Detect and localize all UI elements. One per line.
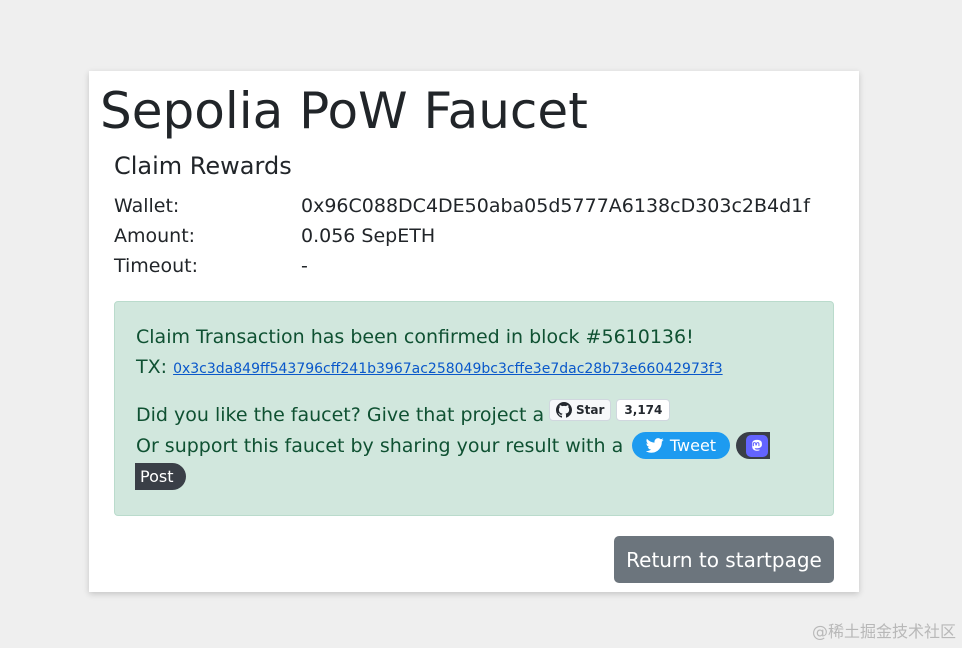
github-star-widget: Star 3,174 <box>549 398 671 422</box>
mastodon-post-button[interactable]: Post <box>135 463 186 490</box>
section-title: Claim Rewards <box>114 152 292 180</box>
tweet-label: Tweet <box>669 436 717 455</box>
return-to-startpage-button[interactable]: Return to startpage <box>614 536 834 583</box>
github-star-button[interactable]: Star <box>549 399 612 421</box>
watermark: @稀土掘金技术社区 <box>811 622 956 641</box>
github-icon <box>556 402 572 418</box>
github-star-count[interactable]: 3,174 <box>616 399 671 421</box>
mastodon-icon <box>746 434 768 457</box>
wallet-label: Wallet: <box>114 195 180 217</box>
timeout-value: - <box>301 255 308 277</box>
support-message: Or support this faucet by sharing your r… <box>136 435 624 457</box>
page-title: Sepolia PoW Faucet <box>100 82 588 140</box>
tx-label: TX: <box>136 356 168 378</box>
wallet-value: 0x96C088DC4DE50aba05d5777A6138cD303c2B4d… <box>301 195 810 217</box>
twitter-bird-icon <box>645 438 664 453</box>
amount-label: Amount: <box>114 225 196 247</box>
timeout-label: Timeout: <box>114 255 199 277</box>
confirmation-message: Claim Transaction has been confirmed in … <box>136 326 694 348</box>
faucet-card: Sepolia PoW Faucet Claim Rewards Wallet:… <box>89 71 859 592</box>
github-star-label: Star <box>576 403 605 417</box>
like-message: Did you like the faucet? Give that proje… <box>136 404 545 426</box>
tweet-button[interactable]: Tweet <box>632 432 730 459</box>
mastodon-share-button[interactable] <box>736 432 770 459</box>
tx-hash-link[interactable]: 0x3c3da849ff543796cff241b3967ac258049bc3… <box>173 361 723 377</box>
amount-value: 0.056 SepETH <box>301 225 436 247</box>
success-alert: Claim Transaction has been confirmed in … <box>114 301 834 516</box>
tx-line: TX: 0x3c3da849ff543796cff241b3967ac25804… <box>136 354 723 382</box>
